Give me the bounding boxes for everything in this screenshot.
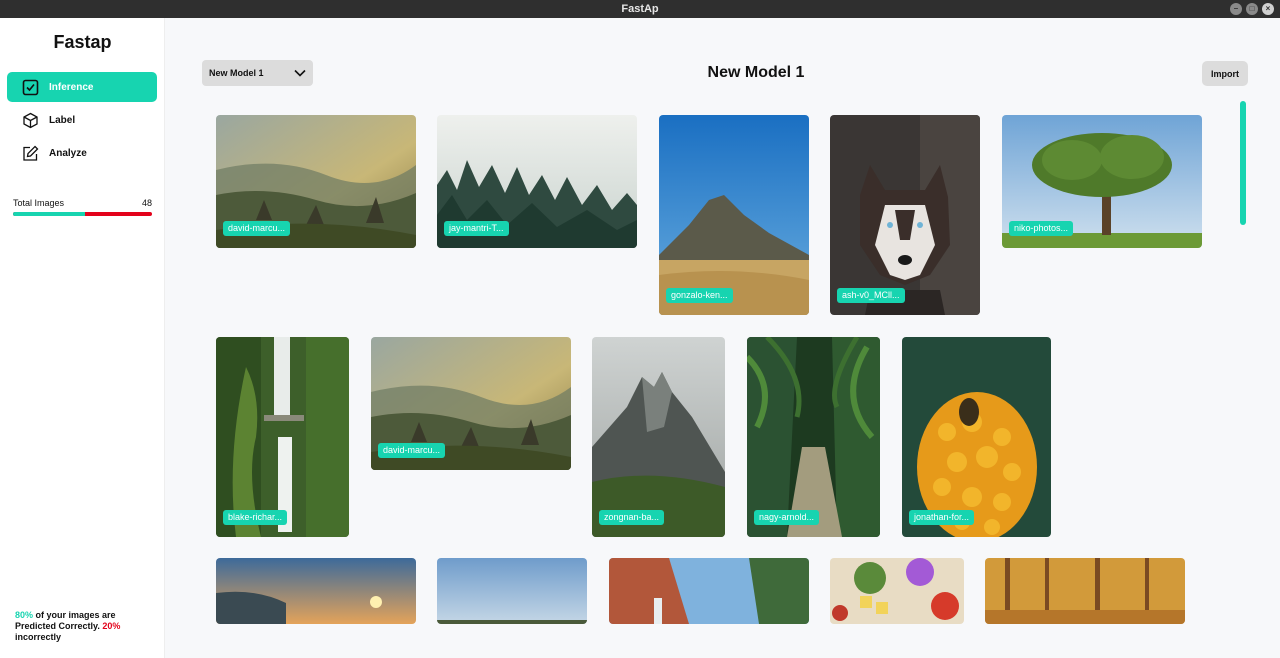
- model-select-dropdown[interactable]: New Model 1: [202, 60, 313, 86]
- image-label-chip: blake-richar...: [223, 510, 288, 525]
- image-card[interactable]: jay-mantri-T...: [437, 115, 637, 248]
- image-label-chip: gonzalo-ken...: [666, 288, 733, 303]
- total-images-label: Total Images: [13, 198, 65, 208]
- image-thumbnail: [437, 558, 587, 624]
- summary-text-2: incorrectly: [15, 632, 62, 642]
- image-thumbnail: [609, 558, 809, 624]
- image-thumbnail: [985, 558, 1185, 624]
- image-label-chip: jonathan-for...: [909, 510, 975, 525]
- image-thumbnail: [830, 115, 980, 315]
- image-card[interactable]: [830, 558, 964, 624]
- incorrect-percent: 20%: [102, 621, 121, 631]
- minimize-icon[interactable]: –: [1230, 3, 1242, 15]
- import-button[interactable]: Import: [1202, 61, 1248, 86]
- nav-item-analyze[interactable]: Analyze: [7, 138, 157, 168]
- nav-item-label-page[interactable]: Label: [7, 105, 157, 135]
- image-thumbnail: [216, 337, 349, 537]
- total-images-count: 48: [141, 198, 152, 208]
- nav-item-label: Inference: [49, 81, 94, 93]
- accuracy-summary: 80% of your images are Predicted Correct…: [15, 610, 155, 643]
- image-thumbnail: [830, 558, 964, 624]
- image-card[interactable]: ash-v0_MCll...: [830, 115, 980, 315]
- image-label-chip: niko-photos...: [1009, 221, 1074, 236]
- sidebar: Fastap Inference Label Analyze Total Ima…: [0, 18, 165, 658]
- window-title: FastAp: [621, 3, 659, 15]
- image-label-chip: nagy-arnold...: [754, 510, 820, 525]
- image-card[interactable]: zongnan-ba...: [592, 337, 725, 537]
- page-title: New Model 1: [707, 64, 805, 81]
- image-card[interactable]: [609, 558, 809, 624]
- image-card[interactable]: [216, 558, 416, 624]
- image-card[interactable]: jonathan-for...: [902, 337, 1051, 537]
- edit-icon: [21, 144, 39, 162]
- image-label-chip: david-marcu...: [378, 443, 446, 458]
- correct-percent: 80%: [15, 610, 34, 620]
- image-thumbnail: [592, 337, 725, 537]
- image-card[interactable]: [437, 558, 587, 624]
- image-card[interactable]: david-marcu...: [216, 115, 416, 248]
- image-label-chip: jay-mantri-T...: [444, 221, 509, 236]
- nav-item-label: Analyze: [49, 147, 87, 159]
- image-card[interactable]: gonzalo-ken...: [659, 115, 809, 315]
- total-images-stats: Total Images 48: [13, 198, 152, 216]
- image-label-chip: ash-v0_MCll...: [837, 288, 905, 303]
- nav-item-label: Label: [49, 114, 76, 126]
- image-label-chip: zongnan-ba...: [599, 510, 665, 525]
- image-card[interactable]: nagy-arnold...: [747, 337, 880, 537]
- image-card[interactable]: blake-richar...: [216, 337, 349, 537]
- accuracy-bar-fill: [13, 212, 86, 216]
- image-thumbnail: [659, 115, 809, 315]
- maximize-icon[interactable]: □: [1246, 3, 1258, 15]
- window-titlebar: FastAp – □ ×: [0, 0, 1280, 18]
- close-icon[interactable]: ×: [1262, 3, 1274, 15]
- image-thumbnail: [747, 337, 880, 537]
- accuracy-bar: [13, 212, 152, 216]
- nav-item-inference[interactable]: Inference: [7, 72, 157, 102]
- image-thumbnail: [902, 337, 1051, 537]
- image-card[interactable]: david-marcu...: [371, 337, 571, 470]
- check-square-icon: [21, 78, 39, 96]
- chevron-down-icon: [294, 64, 306, 82]
- scrollbar-thumb[interactable]: [1240, 101, 1246, 225]
- cube-icon: [21, 111, 39, 129]
- window-controls: – □ ×: [1230, 3, 1274, 15]
- main-content: New Model 1 New Model 1 Import david-mar…: [166, 18, 1280, 658]
- image-thumbnail: [216, 558, 416, 624]
- image-card[interactable]: niko-photos...: [1002, 115, 1202, 248]
- image-label-chip: david-marcu...: [223, 221, 291, 236]
- app-brand: Fastap: [53, 32, 112, 52]
- image-card[interactable]: [985, 558, 1185, 624]
- model-select-value: New Model 1: [209, 68, 264, 78]
